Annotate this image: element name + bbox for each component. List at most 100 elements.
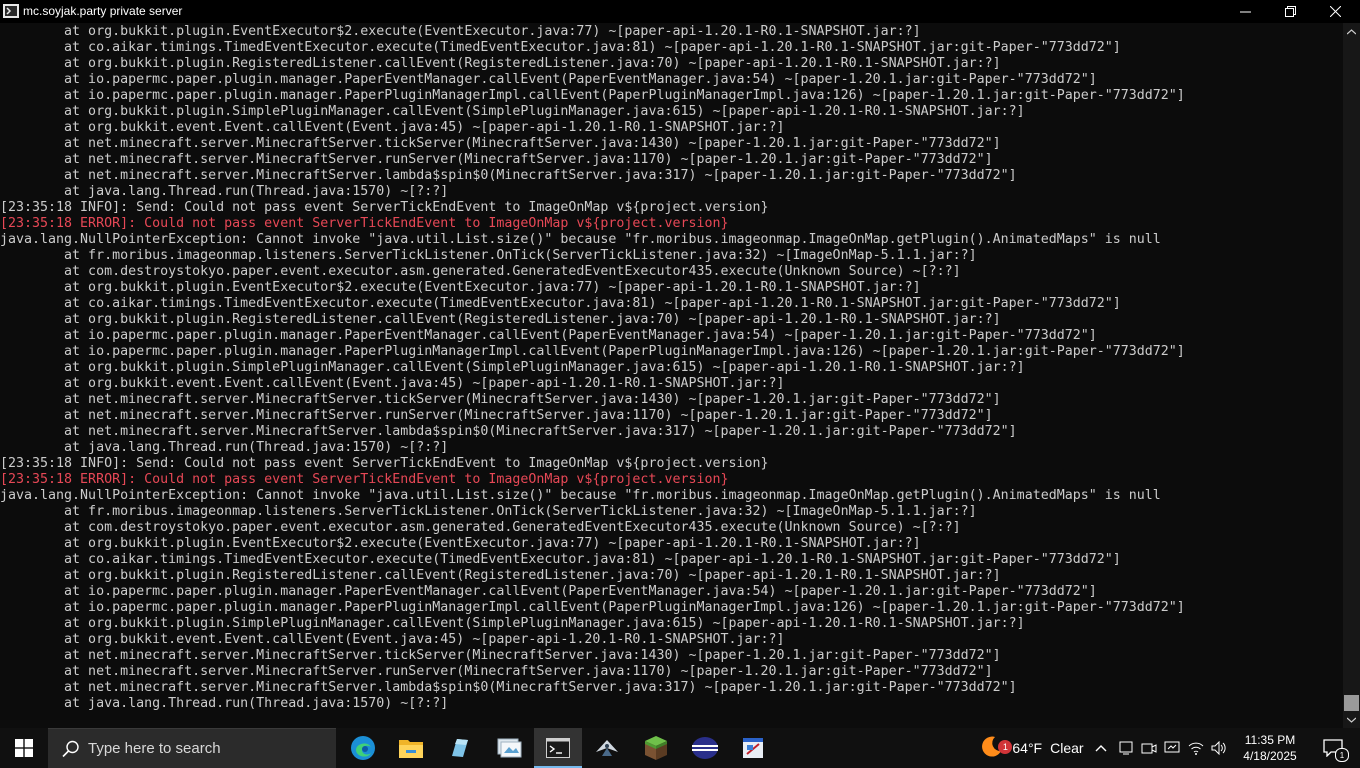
restore-icon — [1284, 6, 1296, 17]
taskbar-app-9[interactable] — [729, 728, 777, 768]
console-line: at net.minecraft.server.MinecraftServer.… — [0, 152, 993, 167]
volume-button[interactable] — [1208, 728, 1230, 768]
weather-temperature: 64°F — [1012, 740, 1043, 756]
scroll-thumb[interactable] — [1344, 695, 1359, 711]
tray-icon-display[interactable] — [1161, 728, 1183, 768]
console-line: at co.aikar.timings.TimedEventExecutor.e… — [0, 552, 1121, 567]
taskbar-app-minecraft[interactable] — [632, 728, 680, 768]
scroll-up-button[interactable] — [1343, 23, 1360, 40]
taskbar-search-box[interactable]: Type here to search — [48, 728, 336, 768]
taskbar-app-8[interactable] — [681, 728, 729, 768]
taskbar-app-3[interactable] — [436, 728, 484, 768]
taskbar-app-file-explorer[interactable] — [387, 728, 435, 768]
console-line: at org.bukkit.plugin.RegisteredListener.… — [0, 568, 1001, 583]
speaker-icon — [1211, 741, 1226, 755]
vertical-scrollbar[interactable] — [1343, 23, 1360, 728]
wifi-icon — [1188, 742, 1204, 755]
console-line: at org.bukkit.plugin.SimplePluginManager… — [0, 104, 1025, 119]
windows-logo-icon — [15, 739, 33, 757]
console-line: [23:35:18 INFO]: Send: Could not pass ev… — [0, 200, 769, 215]
clock-date: 4/18/2025 — [1243, 749, 1297, 763]
display-settings-icon — [1164, 741, 1180, 753]
clock[interactable]: 11:35 PM 4/18/2025 — [1231, 728, 1309, 768]
system-tray: 1 64°F Clear 11:35 PM 4/18/2025 1 — [975, 728, 1360, 768]
console-line: at org.bukkit.plugin.RegisteredListener.… — [0, 56, 1001, 71]
chevron-down-icon — [1347, 717, 1356, 723]
console-line: java.lang.NullPointerException: Cannot i… — [0, 232, 1161, 247]
console-line: at io.papermc.paper.plugin.manager.Paper… — [0, 72, 1097, 87]
monitor-icon — [1119, 741, 1133, 755]
console-line: at fr.moribus.imageonmap.listeners.Serve… — [0, 504, 977, 519]
search-placeholder: Type here to search — [88, 740, 221, 757]
tray-icon-screen[interactable] — [1115, 728, 1137, 768]
network-button[interactable] — [1185, 728, 1207, 768]
app-icon — [596, 740, 618, 756]
console-line: at io.papermc.paper.plugin.manager.Paper… — [0, 600, 1185, 615]
taskbar: Type here to search 1 64°F Clear 11:35 P… — [0, 728, 1360, 768]
clock-time: 11:35 PM — [1244, 733, 1296, 747]
close-icon — [1329, 6, 1341, 17]
console-line: at com.destroystokyo.paper.event.executo… — [0, 264, 961, 279]
title-bar[interactable]: mc.soyjak.party private server — [0, 0, 1360, 23]
chevron-up-icon — [1347, 28, 1356, 34]
console-line: at io.papermc.paper.plugin.manager.Paper… — [0, 344, 1185, 359]
maximize-button[interactable] — [1267, 0, 1313, 23]
show-hidden-icons-button[interactable] — [1089, 728, 1113, 768]
app-icon — [743, 738, 763, 758]
weather-badge: 1 — [998, 740, 1013, 754]
close-button[interactable] — [1312, 0, 1358, 23]
console-line: at com.destroystokyo.paper.event.executo… — [0, 520, 961, 535]
taskbar-app-4[interactable] — [485, 728, 533, 768]
weather-condition: Clear — [1050, 740, 1084, 756]
taskbar-app-6[interactable] — [583, 728, 631, 768]
console-line: at java.lang.Thread.run(Thread.java:1570… — [0, 184, 449, 199]
console-line: at org.bukkit.plugin.EventExecutor$2.exe… — [0, 24, 921, 39]
console-line: at org.bukkit.plugin.EventExecutor$2.exe… — [0, 280, 921, 295]
camera-icon — [1141, 743, 1157, 754]
console-line: at co.aikar.timings.TimedEventExecutor.e… — [0, 40, 1121, 55]
console-line: [23:35:18 INFO]: Send: Could not pass ev… — [0, 456, 769, 471]
console-line: at net.minecraft.server.MinecraftServer.… — [0, 136, 1001, 151]
terminal-icon — [546, 738, 570, 758]
scroll-down-button[interactable] — [1343, 711, 1360, 728]
window-app-icon — [3, 4, 19, 18]
chevron-up-icon — [1095, 745, 1107, 752]
console-line: at java.lang.Thread.run(Thread.java:1570… — [0, 440, 449, 455]
console-line: at net.minecraft.server.MinecraftServer.… — [0, 408, 993, 423]
console-line: at org.bukkit.plugin.SimplePluginManager… — [0, 360, 1025, 375]
app-icon — [497, 738, 522, 758]
console-lines: at org.bukkit.plugin.EventExecutor$2.exe… — [0, 24, 1185, 712]
console-line: at net.minecraft.server.MinecraftServer.… — [0, 168, 1017, 183]
notification-center-button[interactable]: 1 — [1311, 728, 1355, 768]
app-icon — [692, 737, 718, 759]
console-line: at net.minecraft.server.MinecraftServer.… — [0, 648, 1001, 663]
edge-icon — [351, 736, 375, 760]
console-output[interactable]: at org.bukkit.plugin.EventExecutor$2.exe… — [0, 23, 1343, 728]
notification-count: 1 — [1335, 748, 1349, 762]
minimize-button[interactable] — [1222, 0, 1268, 23]
console-line: at org.bukkit.plugin.EventExecutor$2.exe… — [0, 536, 921, 551]
search-icon — [62, 740, 79, 758]
weather-widget[interactable]: 1 64°F Clear — [975, 728, 1087, 768]
minecraft-icon — [645, 736, 667, 760]
console-line: at fr.moribus.imageonmap.listeners.Serve… — [0, 248, 977, 263]
console-line-error: [23:35:18 ERROR]: Could not pass event S… — [0, 216, 729, 231]
taskbar-app-terminal[interactable] — [534, 728, 582, 768]
console-line: java.lang.NullPointerException: Cannot i… — [0, 488, 1161, 503]
console-line: at org.bukkit.event.Event.callEvent(Even… — [0, 120, 785, 135]
taskbar-app-edge[interactable] — [339, 728, 387, 768]
console-line: at org.bukkit.plugin.RegisteredListener.… — [0, 312, 1001, 327]
console-line: at net.minecraft.server.MinecraftServer.… — [0, 664, 993, 679]
console-line: at net.minecraft.server.MinecraftServer.… — [0, 392, 1001, 407]
console-line: at co.aikar.timings.TimedEventExecutor.e… — [0, 296, 1121, 311]
start-button[interactable] — [0, 728, 48, 768]
console-line: at io.papermc.paper.plugin.manager.Paper… — [0, 88, 1185, 103]
app-icon — [452, 739, 468, 757]
window-title: mc.soyjak.party private server — [23, 4, 183, 18]
console-line: at net.minecraft.server.MinecraftServer.… — [0, 424, 1017, 439]
console-line: at org.bukkit.plugin.SimplePluginManager… — [0, 616, 1025, 631]
tray-icon-meet[interactable] — [1138, 728, 1160, 768]
file-explorer-icon — [399, 740, 423, 758]
console-line: at org.bukkit.event.Event.callEvent(Even… — [0, 632, 785, 647]
console-line: at io.papermc.paper.plugin.manager.Paper… — [0, 328, 1097, 343]
